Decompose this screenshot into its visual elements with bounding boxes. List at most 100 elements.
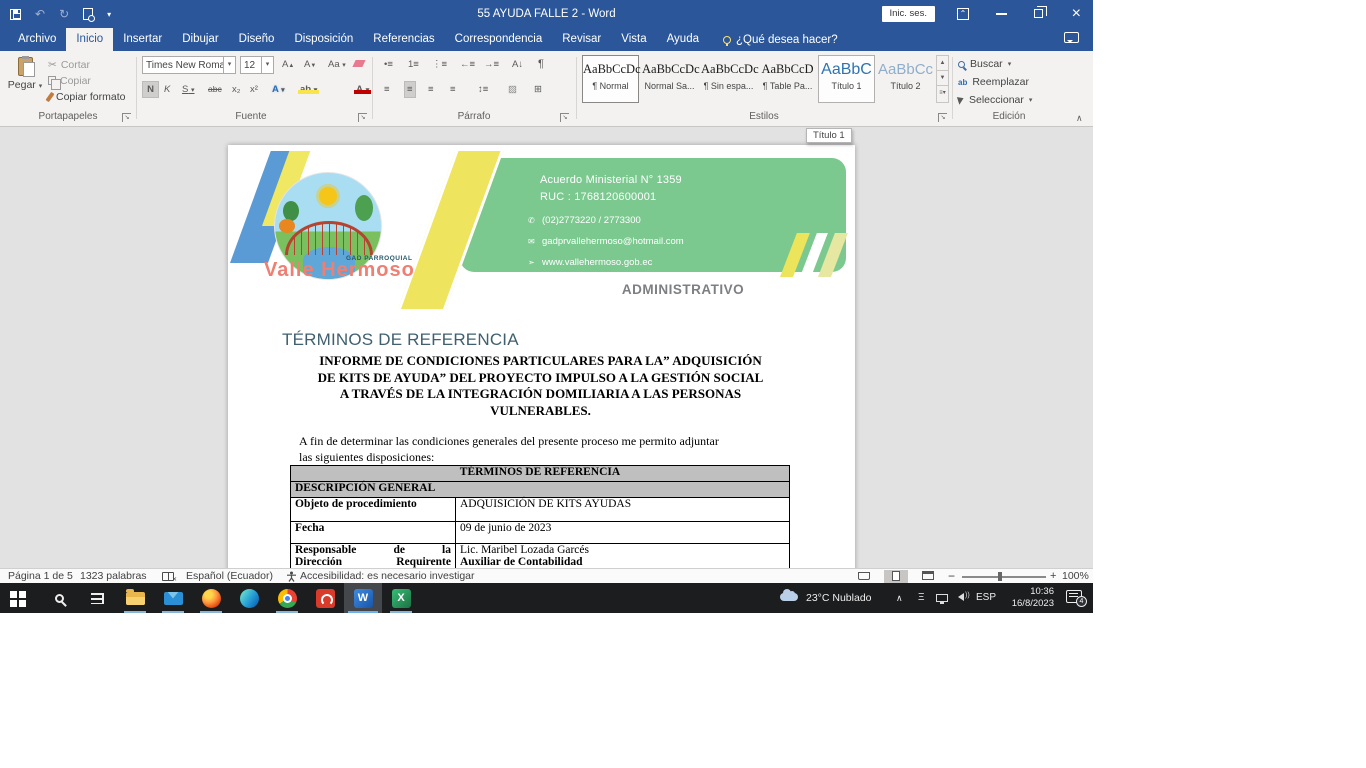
font-color-icon[interactable]: A ▾ xyxy=(354,84,371,95)
shrink-font-icon[interactable]: A▼ xyxy=(302,56,318,73)
bold-button[interactable]: N xyxy=(142,81,159,98)
increase-indent-icon[interactable]: →≡ xyxy=(482,56,501,73)
style-sin-espaciado[interactable]: AaBbCcDc ¶ Sin espa... xyxy=(700,55,757,103)
paragraph-dialog-launcher[interactable]: ↘ xyxy=(560,113,569,122)
volume-icon[interactable] xyxy=(958,593,964,601)
tab-ayuda[interactable]: Ayuda xyxy=(657,28,709,51)
document-heading[interactable]: TÉRMINOS DE REFERENCIA xyxy=(282,330,519,350)
subscript-button[interactable]: x₂ xyxy=(230,81,242,98)
tab-vista[interactable]: Vista xyxy=(611,28,656,51)
table-title[interactable]: TÉRMINOS DE REFERENCIA xyxy=(291,466,790,482)
taskbar-search-button[interactable] xyxy=(40,583,78,613)
show-marks-icon[interactable]: ¶ xyxy=(536,56,546,73)
style-normal-sa[interactable]: AaBbCcDc Normal Sa... xyxy=(641,55,698,103)
style-titulo-1[interactable]: AaBbC Título 1 xyxy=(818,55,875,103)
tab-archivo[interactable]: Archivo xyxy=(8,28,66,51)
underline-button[interactable]: S ▾ xyxy=(180,81,197,98)
strikethrough-button[interactable]: abc xyxy=(206,81,224,98)
proofing-errors-icon[interactable] xyxy=(162,572,174,581)
row-value[interactable]: ADQUISICIÓN DE KITS AYUDAS xyxy=(456,498,790,522)
tab-correspondencia[interactable]: Correspondencia xyxy=(445,28,553,51)
collapse-ribbon-icon[interactable]: ∧ xyxy=(1076,113,1083,124)
align-right-icon[interactable]: ≡ xyxy=(426,81,436,98)
style-normal[interactable]: AaBbCcDc ¶ Normal xyxy=(582,55,639,103)
format-painter-button[interactable]: Copiar formato xyxy=(48,89,125,104)
styles-gallery-scroll[interactable]: ▲ ▼ ≡▾ xyxy=(936,55,949,103)
styles-more-icon[interactable]: ≡▾ xyxy=(937,86,948,101)
replace-button[interactable]: ab Reemplazar xyxy=(958,74,1029,90)
row-label[interactable]: Responsable de la Dirección Requirente xyxy=(291,544,456,569)
task-view-button[interactable] xyxy=(78,583,116,613)
copy-button[interactable]: Copiar xyxy=(48,73,91,88)
sign-in-button[interactable]: Inic. ses. xyxy=(882,6,936,22)
document-subject[interactable]: INFORME DE CONDICIONES PARTICULARES PARA… xyxy=(268,353,813,419)
align-left-icon[interactable]: ≡ xyxy=(382,81,392,98)
start-button[interactable] xyxy=(2,583,40,613)
row-value[interactable]: 09 de junio de 2023 xyxy=(456,522,790,544)
pdf-reader-button[interactable] xyxy=(306,583,344,613)
print-layout-icon[interactable] xyxy=(884,570,908,583)
font-name-dropdown-icon[interactable]: ▾ xyxy=(223,57,235,73)
web-layout-icon[interactable] xyxy=(916,570,940,583)
font-size-combobox[interactable]: 12 ▾ xyxy=(240,56,274,74)
borders-icon[interactable]: ⊞ xyxy=(532,81,544,98)
zoom-out-icon[interactable]: − xyxy=(948,569,955,583)
align-center-icon[interactable]: ≡ xyxy=(404,81,416,98)
zoom-level[interactable]: 100% xyxy=(1062,569,1089,583)
shading-icon[interactable]: ▨ xyxy=(506,81,519,98)
clipboard-dialog-launcher[interactable]: ↘ xyxy=(122,113,131,122)
justify-icon[interactable]: ≡ xyxy=(448,81,458,98)
reference-table[interactable]: TÉRMINOS DE REFERENCIA DESCRIPCIÓN GENER… xyxy=(290,465,790,568)
tell-me-box[interactable]: ¿Qué desea hacer? xyxy=(723,28,838,51)
tab-revisar[interactable]: Revisar xyxy=(552,28,611,51)
italic-button[interactable]: K xyxy=(162,81,172,98)
change-case-icon[interactable]: Aa ▾ xyxy=(326,56,348,73)
decrease-indent-icon[interactable]: ←≡ xyxy=(458,56,477,73)
comments-icon[interactable] xyxy=(1064,32,1079,43)
style-titulo-2[interactable]: AaBbCc Título 2 xyxy=(877,55,934,103)
edge-button[interactable] xyxy=(230,583,268,613)
row-label[interactable]: Fecha xyxy=(291,522,456,544)
network-icon[interactable] xyxy=(936,594,948,602)
word-count[interactable]: 1323 palabras xyxy=(80,569,147,583)
language-indicator[interactable]: Español (Ecuador) xyxy=(186,569,273,583)
bullets-icon[interactable]: •≡ xyxy=(382,56,395,73)
weather-text[interactable]: 23°C Nublado xyxy=(806,583,872,613)
cut-button[interactable]: ✂ Cortar xyxy=(48,57,90,72)
chrome-button[interactable] xyxy=(268,583,306,613)
find-button[interactable]: Buscar▾ xyxy=(958,56,1011,72)
select-button[interactable]: Seleccionar▾ xyxy=(958,92,1032,108)
intro-paragraph[interactable]: A fin de determinar las condiciones gene… xyxy=(299,433,799,465)
styles-dialog-launcher[interactable]: ↘ xyxy=(938,113,947,122)
accessibility-status[interactable]: Accesibilidad: es necesario investigar xyxy=(300,569,475,583)
excel-taskbar-button[interactable]: X xyxy=(382,583,420,613)
style-table-pa[interactable]: AaBbCcD ¶ Table Pa... xyxy=(759,55,816,103)
weather-icon-wrap[interactable] xyxy=(780,583,800,613)
multilevel-list-icon[interactable]: ⋮≡ xyxy=(430,56,449,73)
tab-dibujar[interactable]: Dibujar xyxy=(172,28,228,51)
highlight-color-icon[interactable]: ab ▾ xyxy=(298,84,319,95)
read-mode-icon[interactable] xyxy=(852,570,876,583)
tab-diseno[interactable]: Diseño xyxy=(229,28,285,51)
close-button[interactable]: × xyxy=(1072,3,1081,25)
input-language[interactable]: ESP xyxy=(976,583,996,613)
page-indicator[interactable]: Página 1 de 5 xyxy=(8,569,73,583)
table-section[interactable]: DESCRIPCIÓN GENERAL xyxy=(291,482,790,498)
superscript-button[interactable]: x² xyxy=(248,81,260,98)
tab-disposicion[interactable]: Disposición xyxy=(284,28,363,51)
font-size-dropdown-icon[interactable]: ▾ xyxy=(261,57,273,73)
notification-center-icon[interactable]: 4 xyxy=(1066,590,1082,603)
document-page[interactable]: Acuerdo Ministerial N° 1359 RUC : 176812… xyxy=(228,145,855,568)
paste-button[interactable]: Pegar ▾ xyxy=(6,55,44,111)
hidden-icons-chevron[interactable]: ∧ xyxy=(896,583,903,613)
zoom-slider-track[interactable] xyxy=(962,576,1046,578)
firefox-button[interactable] xyxy=(192,583,230,613)
grow-font-icon[interactable]: A▲ xyxy=(280,56,296,73)
row-label[interactable]: Objeto de procedimiento xyxy=(291,498,456,522)
line-spacing-icon[interactable]: ↕≡ xyxy=(476,81,490,98)
word-taskbar-button[interactable]: W xyxy=(344,583,382,613)
restore-button[interactable] xyxy=(1034,9,1043,18)
zoom-in-icon[interactable]: + xyxy=(1050,569,1056,583)
font-dialog-launcher[interactable]: ↘ xyxy=(358,113,367,122)
ribbon-display-options-icon[interactable]: ⌃ xyxy=(957,8,969,20)
